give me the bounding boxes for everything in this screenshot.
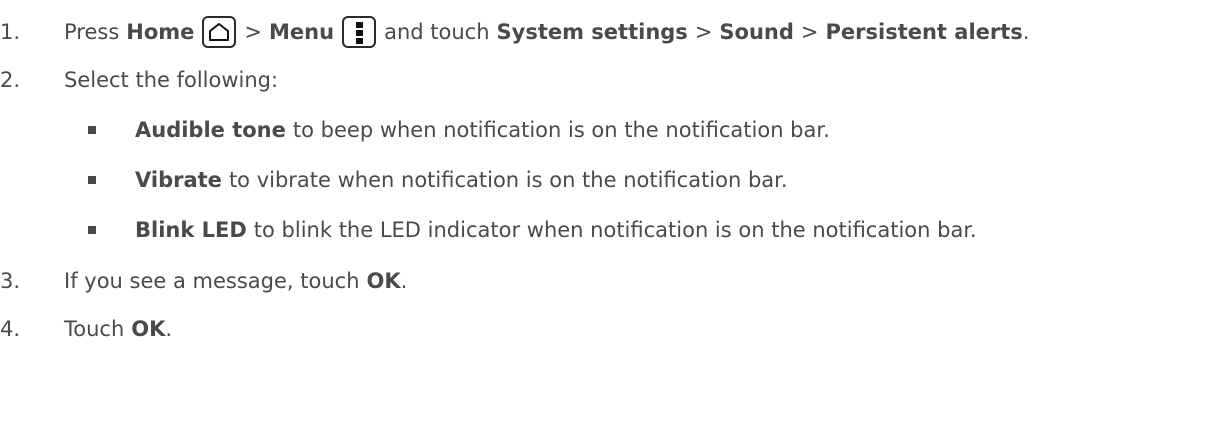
- option-description: to vibrate when notification is on the n…: [228, 168, 788, 192]
- option-text: Blink LED to blink the LED indicator whe…: [135, 208, 977, 252]
- home-label: Home: [126, 20, 195, 44]
- bullet: [88, 126, 96, 134]
- step-text-segment: Press: [64, 20, 120, 44]
- step-text: Press Home > Menu and touch System setti…: [64, 10, 1029, 54]
- option-item: Vibrate to vibrate when notification is …: [0, 158, 1230, 202]
- period: .: [165, 317, 173, 341]
- option-text: Vibrate to vibrate when notification is …: [135, 158, 788, 202]
- option-description: to beep when notification is on the noti…: [292, 118, 830, 142]
- ok-label: OK: [131, 317, 166, 341]
- option-text: Audible tone to beep when notification i…: [135, 108, 830, 152]
- persistent-alerts-label: Persistent alerts: [825, 20, 1023, 44]
- period: .: [400, 269, 408, 293]
- bullet: [88, 226, 96, 234]
- bullet: [88, 176, 96, 184]
- option-description: to blink the LED indicator when notifica…: [253, 218, 977, 242]
- separator: >: [694, 20, 713, 44]
- step-1: 1. Press Home > Menu and touch System se…: [0, 10, 1230, 54]
- step-3: 3. If you see a message, touch OK.: [0, 259, 1230, 303]
- home-icon: [202, 16, 237, 48]
- step-number: 1.: [0, 20, 21, 44]
- separator: >: [800, 20, 819, 44]
- system-settings-label: System settings: [496, 20, 688, 44]
- step-number: 2.: [0, 68, 21, 92]
- option-item: Audible tone to beep when notification i…: [0, 108, 1230, 152]
- step-4: 4. Touch OK.: [0, 307, 1230, 351]
- ok-label: OK: [366, 269, 401, 293]
- option-label: Blink LED: [135, 218, 247, 242]
- step-text-segment: If you see a message, touch: [64, 269, 360, 293]
- step-text: Select the following:: [64, 68, 279, 92]
- sound-label: Sound: [719, 20, 794, 44]
- step-number: 4.: [0, 317, 21, 341]
- step-text: Touch OK.: [64, 307, 172, 351]
- option-item: Blink LED to blink the LED indicator whe…: [0, 208, 1230, 252]
- option-label: Audible tone: [135, 118, 286, 142]
- step-number: 3.: [0, 269, 21, 293]
- step-2: 2. Select the following:: [0, 58, 1230, 102]
- step-text: If you see a message, touch OK.: [64, 259, 407, 303]
- step-text-segment: and touch: [384, 20, 490, 44]
- menu-label: Menu: [269, 20, 335, 44]
- menu-icon: [342, 16, 377, 48]
- option-label: Vibrate: [135, 168, 222, 192]
- period: .: [1022, 20, 1030, 44]
- step-text-segment: Touch: [64, 317, 125, 341]
- separator: >: [244, 20, 263, 44]
